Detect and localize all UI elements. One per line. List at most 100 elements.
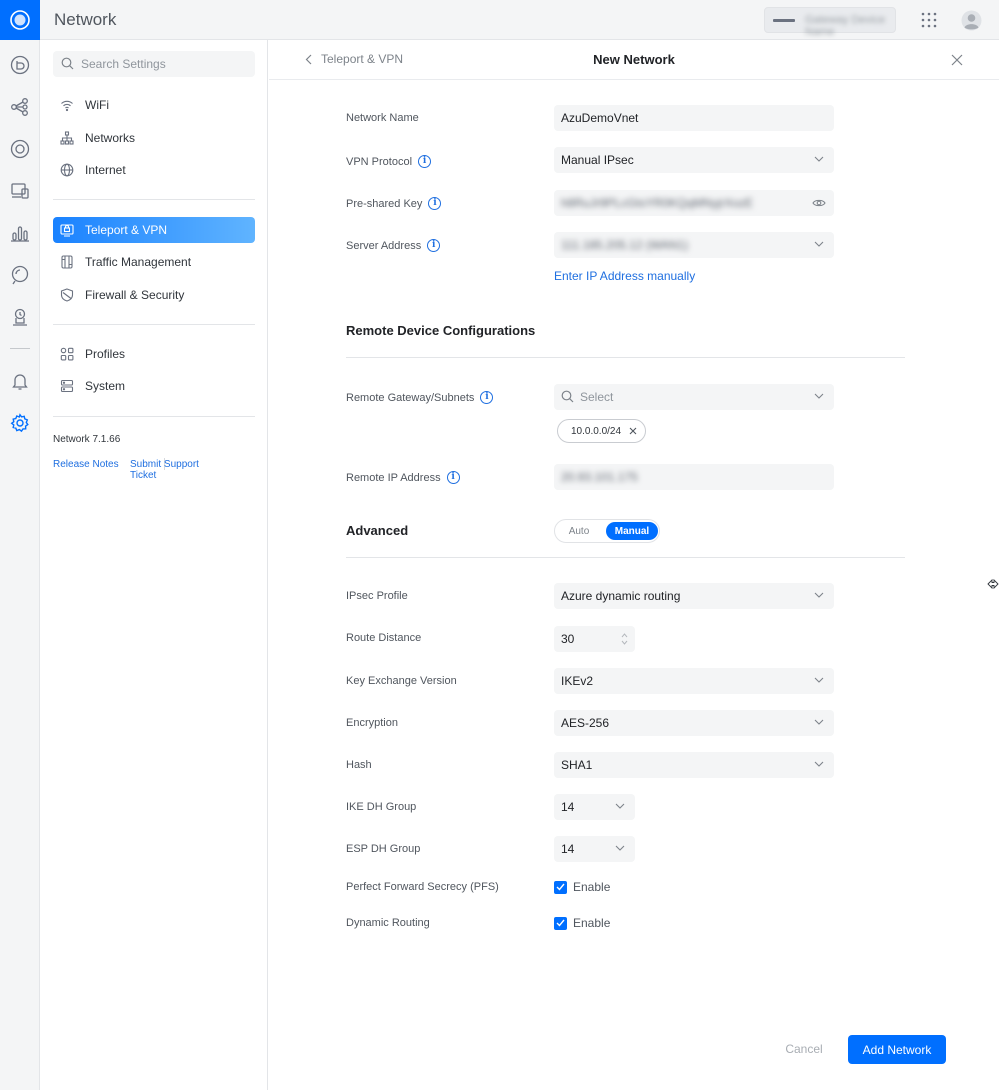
icon-rail [0, 40, 40, 1090]
close-icon[interactable] [950, 53, 964, 67]
ipsec-profile-select[interactable]: Azure dynamic routing [554, 583, 834, 609]
hash-select[interactable]: SHA1 [554, 752, 834, 778]
dynamic-routing-checkbox-label: Enable [573, 916, 611, 930]
info-icon[interactable]: i [428, 197, 442, 210]
sidebar-item-teleport-vpn[interactable]: Teleport & VPN [53, 217, 255, 243]
enter-ip-manually-link[interactable]: Enter IP Address manually [554, 269, 695, 283]
label-text: Dynamic Routing [346, 917, 430, 929]
pfs-checkbox[interactable] [554, 880, 567, 894]
search-settings-input[interactable] [81, 51, 251, 77]
info-icon[interactable]: i [480, 391, 494, 404]
label-text: Perfect Forward Secrecy (PFS) [346, 881, 499, 893]
label-text: VPN Protocol [346, 155, 413, 168]
sidebar-item-label: Traffic Management [85, 255, 192, 269]
key-exchange-select[interactable]: IKEv2 [554, 668, 834, 694]
panel-title: New Network [593, 52, 675, 67]
pfs-checkbox-label: Enable [573, 880, 611, 894]
label-text: Key Exchange Version [346, 675, 457, 687]
remote-ip-label: Remote IP Address i [346, 471, 460, 484]
vpn-protocol-select[interactable]: Manual IPsec [554, 147, 834, 173]
search-icon [61, 57, 74, 70]
sidebar-divider [53, 199, 255, 200]
settings-icon[interactable] [9, 412, 31, 434]
sidebar-item-system[interactable]: System [53, 373, 255, 399]
server-address-select[interactable]: 111.185.205.12 (WAN1) [554, 232, 834, 258]
chevron-down-icon [814, 677, 824, 683]
sidebar-item-profiles[interactable]: Profiles [53, 341, 255, 367]
label-text: Encryption [346, 717, 398, 729]
eye-icon[interactable] [812, 197, 826, 209]
sidebar-item-label: Internet [85, 163, 126, 177]
network-name-input[interactable] [561, 111, 834, 125]
dynamic-routing-checkbox-row[interactable]: Enable [554, 916, 610, 930]
statistics-icon[interactable] [9, 222, 31, 244]
chevron-down-icon [814, 393, 824, 399]
pre-shared-key-field[interactable]: h8RuJr9PLcGtsYR0KQqMNyjrXozE [554, 190, 834, 216]
label-text: Route Distance [346, 632, 422, 644]
search-icon [561, 390, 574, 403]
dynamic-routing-checkbox[interactable] [554, 916, 567, 930]
wifi-icon [59, 97, 75, 113]
select-value: IKEv2 [561, 674, 594, 688]
apps-grid-icon[interactable] [920, 11, 938, 29]
sidebar-item-internet[interactable]: Internet [53, 157, 255, 183]
search-settings-box[interactable] [53, 51, 255, 77]
network-name-field[interactable] [554, 105, 834, 131]
manual-option[interactable]: Manual [606, 522, 658, 540]
remote-ip-field[interactable]: 20.93.101.175 [554, 464, 834, 490]
label-text: Network Name [346, 112, 419, 124]
topology-icon[interactable] [9, 96, 31, 118]
sidebar-item-firewall-security[interactable]: Firewall & Security [53, 282, 255, 308]
ubiquiti-logo-icon[interactable] [0, 0, 40, 40]
info-icon[interactable]: i [446, 471, 460, 484]
gateway-device-icon [773, 19, 795, 22]
sidebar-item-traffic-management[interactable]: Traffic Management [53, 249, 255, 275]
chevron-down-icon [814, 761, 824, 767]
sidebar-item-wifi[interactable]: WiFi [53, 92, 255, 118]
clients-icon[interactable] [9, 180, 31, 202]
ike-dh-group-select[interactable]: 14 [554, 794, 635, 820]
label-text: Hash [346, 759, 372, 771]
esp-dh-group-select[interactable]: 14 [554, 836, 635, 862]
server-address-value: 111.185.205.12 (WAN1) [561, 238, 689, 252]
alarms-icon[interactable] [9, 370, 31, 392]
server-address-label: Server Address i [346, 239, 441, 252]
select-value: AES-256 [561, 716, 610, 730]
insights-icon[interactable] [9, 264, 31, 286]
pfs-checkbox-row[interactable]: Enable [554, 880, 610, 894]
remote-gateway-select[interactable]: Select [554, 384, 834, 410]
stepper-arrows-icon[interactable] [621, 631, 628, 647]
checkmark-icon [556, 883, 565, 891]
subnet-chip-label: 10.0.0.0/24 [571, 425, 622, 437]
system-log-icon[interactable] [9, 306, 31, 328]
sidebar-divider [53, 416, 255, 417]
section-divider [346, 357, 905, 358]
label-text: IKE DH Group [346, 801, 417, 813]
add-network-button[interactable]: Add Network [848, 1035, 946, 1064]
remove-chip-icon[interactable] [629, 427, 637, 435]
sidebar-item-label: Networks [85, 131, 136, 145]
ipsec-profile-label: IPsec Profile [346, 590, 408, 602]
resize-cursor-icon [987, 578, 999, 590]
ike-dh-group-label: IKE DH Group [346, 801, 416, 813]
devices-icon[interactable] [9, 138, 31, 160]
encryption-select[interactable]: AES-256 [554, 710, 834, 736]
profiles-icon [59, 346, 75, 362]
submit-support-ticket-link[interactable]: Submit Support Ticket [130, 459, 226, 481]
cancel-button[interactable]: Cancel [769, 1035, 839, 1063]
auto-option[interactable]: Auto [559, 522, 599, 540]
route-distance-field[interactable] [554, 626, 635, 652]
settings-sidebar: WiFi Networks Internet Teleport & VPN Tr… [41, 40, 268, 1090]
info-icon[interactable]: i [418, 155, 432, 168]
key-exchange-label: Key Exchange Version [346, 675, 457, 687]
section-divider [346, 557, 905, 558]
label-text: IPsec Profile [346, 590, 408, 602]
device-selector[interactable]: Gateway Device Name [764, 7, 896, 38]
dashboard-icon[interactable] [9, 54, 31, 76]
sidebar-item-networks[interactable]: Networks [53, 125, 255, 151]
release-notes-link[interactable]: Release Notes [53, 459, 119, 470]
user-avatar-icon[interactable] [961, 10, 982, 31]
label-text: ESP DH Group [346, 843, 421, 855]
globe-icon [59, 162, 75, 178]
info-icon[interactable]: i [427, 239, 441, 252]
